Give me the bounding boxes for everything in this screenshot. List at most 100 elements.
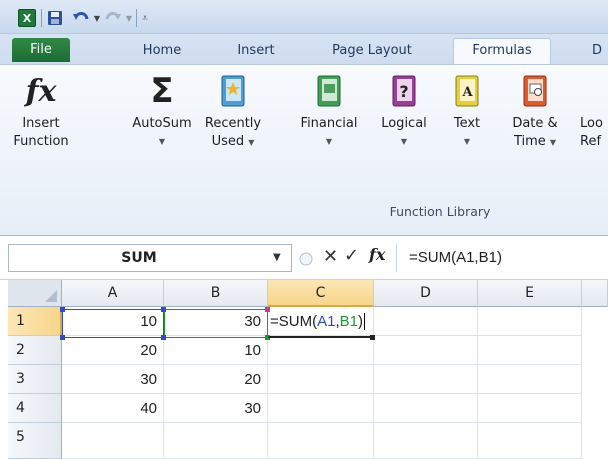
name-box-value: SUM — [121, 250, 157, 266]
range-handle[interactable] — [60, 335, 65, 340]
cell-e4[interactable] — [478, 394, 582, 423]
column-header-d[interactable]: D — [374, 280, 478, 307]
insert-function-button[interactable]: fx Insert Function — [8, 67, 74, 207]
autosum-button[interactable]: Σ AutoSum ▼ — [125, 67, 199, 207]
insert-function-label: Insert — [22, 116, 60, 131]
undo-dropdown-icon[interactable]: ▼ — [92, 9, 102, 27]
cell-e5[interactable] — [478, 423, 582, 459]
cell-a2[interactable]: 20 — [62, 336, 164, 365]
function-library-group-label: Function Library — [389, 204, 491, 219]
recently-used-button[interactable]: Recently Used ▼ — [197, 67, 269, 207]
cell-c2[interactable] — [268, 336, 374, 365]
formula-ref-b1: B1 — [339, 313, 358, 330]
cell-d2[interactable] — [374, 336, 478, 365]
cell-a5[interactable] — [62, 423, 164, 459]
cell-e1[interactable] — [478, 307, 582, 336]
recently-used-icon — [197, 67, 269, 115]
cell-d3[interactable] — [374, 365, 478, 394]
cell-c4[interactable] — [268, 394, 374, 423]
formula-bar-resize-handle[interactable] — [298, 251, 314, 267]
cell-d1[interactable] — [374, 307, 478, 336]
tab-formulas[interactable]: Formulas — [453, 38, 551, 65]
ribbon-panel: fx Insert Function Σ AutoSum ▼ Recently … — [0, 64, 608, 236]
range-handle[interactable] — [265, 335, 270, 340]
cell-e3[interactable] — [478, 365, 582, 394]
row-header-2[interactable]: 2 — [8, 336, 62, 365]
row-header-5[interactable]: 5 — [8, 423, 62, 459]
formula-bar: SUM ▼ ✕ ✓ fx =SUM(A1,B1) — [0, 236, 608, 280]
insert-function-fx-icon[interactable]: fx — [369, 245, 385, 264]
cell-c1[interactable]: =SUM(A1,B1) — [268, 307, 374, 336]
row-header-1[interactable]: 1 — [8, 307, 62, 336]
cell-b3[interactable]: 20 — [164, 365, 268, 394]
financial-icon — [288, 67, 370, 115]
customize-toolbar-icon[interactable]: ⩡ — [138, 9, 152, 27]
range-handle[interactable] — [265, 307, 270, 312]
autosum-dropdown-icon: ▼ — [158, 137, 166, 146]
column-header-e[interactable]: E — [478, 280, 582, 307]
financial-label: Financial — [300, 116, 358, 131]
formula-suffix: ) — [357, 313, 363, 330]
redo-icon[interactable] — [104, 9, 122, 27]
tab-file[interactable]: File — [12, 38, 70, 62]
financial-dropdown-icon: ▼ — [325, 137, 333, 146]
row-header-4[interactable]: 4 — [8, 394, 62, 423]
tab-page-layout[interactable]: Page Layout — [320, 40, 424, 64]
cell-c5[interactable] — [268, 423, 374, 459]
range-handle[interactable] — [161, 307, 166, 312]
title-bar: X ▼ ▼ ⩡ — [0, 0, 608, 34]
date-time-button[interactable]: Date & Time ▼ — [504, 67, 566, 207]
autosum-label: AutoSum — [132, 116, 192, 131]
recently-used-dropdown-icon: ▼ — [248, 138, 255, 147]
formula-ref-a1: A1 — [317, 313, 336, 330]
enter-entry-icon[interactable]: ✓ — [344, 245, 359, 266]
formula-prefix: =SUM( — [270, 313, 318, 330]
logical-dropdown-icon: ▼ — [400, 137, 408, 146]
cell-c3[interactable] — [268, 365, 374, 394]
cell-d5[interactable] — [374, 423, 478, 459]
name-box[interactable]: SUM — [8, 244, 292, 272]
fill-handle[interactable] — [370, 335, 375, 340]
save-icon[interactable] — [47, 9, 63, 27]
recently-used-label: Recently — [204, 116, 262, 131]
text-button[interactable]: A Text ▼ — [445, 67, 489, 207]
logical-button[interactable]: ? Logical ▼ — [372, 67, 436, 207]
cell-e2[interactable] — [478, 336, 582, 365]
row-header-3[interactable]: 3 — [8, 365, 62, 394]
cell-a3[interactable]: 30 — [62, 365, 164, 394]
cell-b5[interactable] — [164, 423, 268, 459]
toolbar-separator — [136, 9, 137, 27]
range-handle[interactable] — [60, 307, 65, 312]
column-header-c[interactable]: C — [268, 280, 374, 307]
lookup-reference-button[interactable]: Loo Ref — [580, 67, 608, 207]
redo-dropdown-icon[interactable]: ▼ — [124, 9, 134, 27]
formula-input[interactable]: =SUM(A1,B1) — [396, 244, 608, 272]
tab-data[interactable]: D — [586, 40, 608, 64]
date-time-dropdown-icon: ▼ — [549, 138, 557, 147]
cancel-entry-icon[interactable]: ✕ — [323, 246, 338, 267]
text-cursor — [363, 313, 365, 330]
tab-home[interactable]: Home — [134, 40, 190, 64]
insert-function-label-2: Function — [13, 134, 69, 149]
cell-d4[interactable] — [374, 394, 478, 423]
insert-function-icon: fx — [25, 73, 57, 109]
column-header-b[interactable]: B — [164, 280, 268, 307]
column-header-a[interactable]: A — [62, 280, 164, 307]
range-handle[interactable] — [161, 335, 166, 340]
date-time-label: Date & — [512, 116, 558, 131]
cell-a1[interactable]: 10 — [62, 307, 164, 336]
cell-b4[interactable]: 30 — [164, 394, 268, 423]
tab-insert[interactable]: Insert — [226, 40, 286, 64]
cell-b1[interactable]: 30 — [164, 307, 268, 336]
ribbon-tabs: File Home Insert Page Layout Formulas D — [0, 34, 608, 65]
financial-button[interactable]: Financial ▼ — [288, 67, 370, 207]
cell-a4[interactable]: 40 — [62, 394, 164, 423]
column-header-f[interactable] — [582, 280, 608, 307]
date-time-icon — [504, 67, 566, 115]
select-all-button[interactable] — [8, 280, 62, 307]
excel-logo-icon[interactable]: X — [18, 9, 36, 27]
undo-icon[interactable] — [72, 9, 90, 27]
cell-b2[interactable]: 10 — [164, 336, 268, 365]
svg-text:A: A — [461, 85, 473, 100]
autosum-icon: Σ — [150, 71, 174, 111]
